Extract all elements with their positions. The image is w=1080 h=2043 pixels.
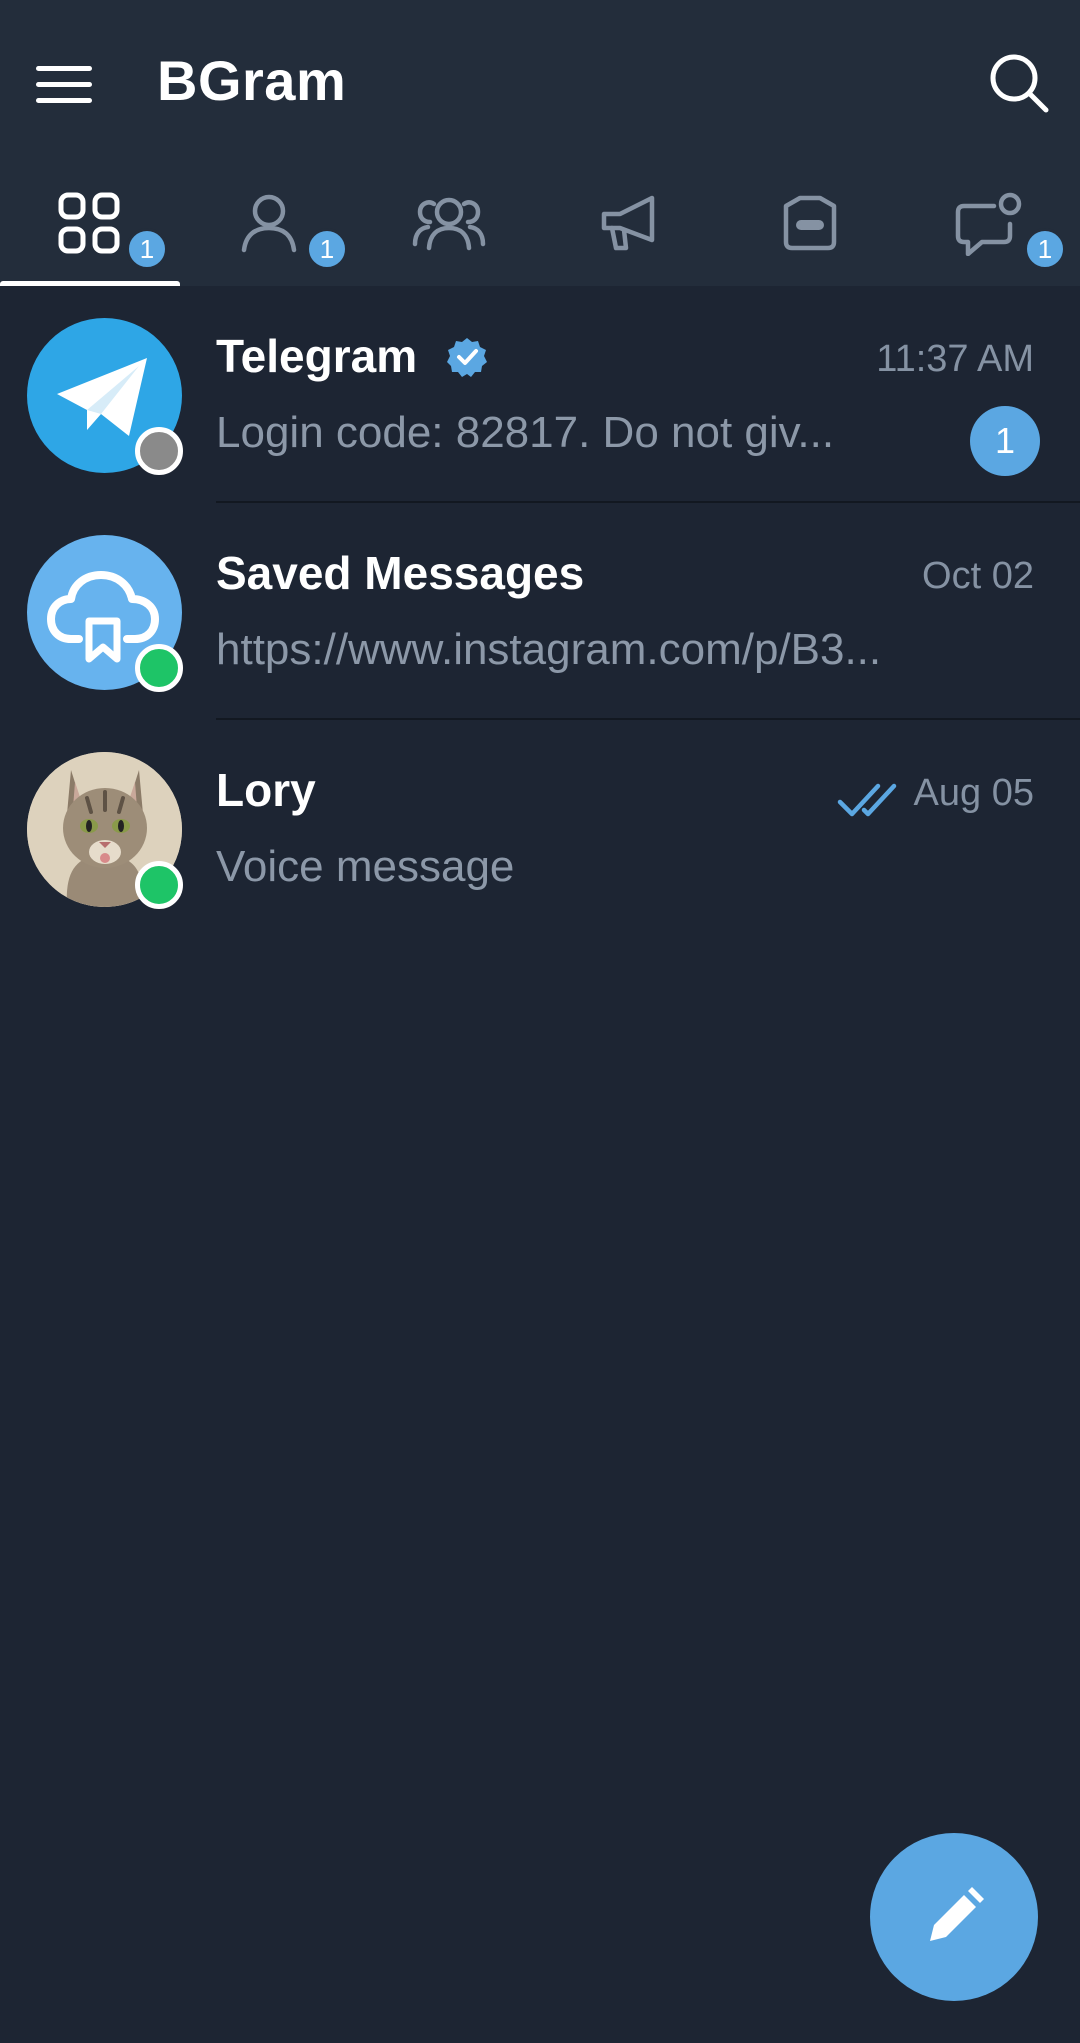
header: BGram 1 1 1: [0, 0, 1080, 286]
pencil-icon: [930, 1887, 984, 1941]
chat-row-saved-messages[interactable]: Saved Messages Oct 02 https://www.instag…: [0, 503, 1080, 720]
hamburger-menu-icon[interactable]: [36, 64, 94, 104]
group-icon: [412, 197, 486, 251]
chat-name: Saved Messages: [216, 547, 585, 599]
offline-status-dot: [135, 427, 183, 475]
chat-preview: Login code: 82817. Do not giv...: [216, 408, 835, 457]
chat-name: Lory: [216, 764, 316, 816]
tab-unread[interactable]: 1: [900, 170, 1080, 286]
tab-groups[interactable]: [360, 170, 540, 286]
tab-badge: 1: [126, 228, 168, 270]
search-icon[interactable]: [988, 52, 1052, 116]
megaphone-icon: [601, 195, 655, 251]
tab-contacts[interactable]: 1: [180, 170, 360, 286]
new-message-button[interactable]: [870, 1833, 1038, 2001]
verified-badge-icon: [447, 338, 487, 377]
bot-icon: [783, 195, 837, 251]
tab-channels[interactable]: [540, 170, 720, 286]
chat-preview: https://www.instagram.com/p/B3...: [216, 625, 882, 674]
chat-time: 11:37 AM: [876, 338, 1034, 380]
top-app-bar: BGram: [0, 0, 1080, 170]
chat-list: Telegram 11:37 AM Login code: 82817. Do …: [0, 286, 1080, 937]
double-check-icon: [837, 783, 897, 817]
grid-icon: [58, 192, 120, 254]
app-title: BGram: [157, 49, 347, 112]
online-status-dot: [135, 861, 183, 909]
chat-preview: Voice message: [216, 842, 515, 891]
unread-count-badge: 1: [970, 406, 1040, 476]
tab-all-chats[interactable]: 1: [0, 170, 180, 286]
tab-bots[interactable]: [720, 170, 900, 286]
chat-time: Oct 02: [922, 555, 1034, 597]
online-status-dot: [135, 644, 183, 692]
chat-row-lory[interactable]: Lory Aug 05 Voice message: [0, 720, 1080, 937]
app-root: BGram 1 1 1 Telegram 11:37 AM Login code…: [0, 0, 1080, 2043]
chat-time: Aug 05: [913, 772, 1034, 814]
person-icon: [241, 194, 297, 253]
chat-name: Telegram: [216, 330, 418, 382]
tab-badge: 1: [306, 228, 348, 270]
tab-badge: 1: [1024, 228, 1066, 270]
chat-bubble-icon: [955, 192, 1022, 256]
folder-tabs: 1 1 1: [0, 170, 1080, 286]
chat-row-telegram[interactable]: Telegram 11:37 AM Login code: 82817. Do …: [0, 286, 1080, 503]
